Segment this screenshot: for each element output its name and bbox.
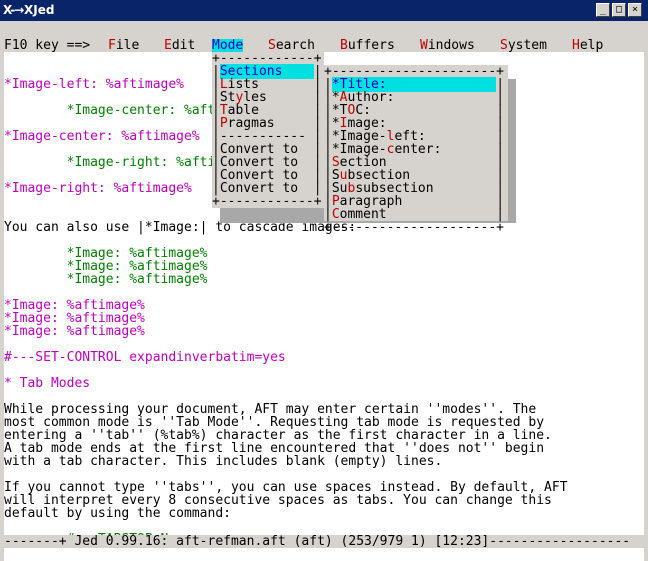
menu-label: ystem bbox=[507, 39, 547, 53]
menu-label: ile bbox=[115, 39, 140, 53]
menu-label: indows bbox=[427, 39, 475, 53]
editor-line: #---SET-CONTROL expandinverbatim=yes bbox=[4, 350, 286, 365]
menu-bar-hint: F10 key ==> bbox=[4, 39, 91, 53]
menu-label: elp bbox=[579, 39, 604, 53]
editor-line: *Image-left: %aftimage% bbox=[4, 77, 185, 92]
editor-line: with a tab character. This includes blan… bbox=[4, 454, 443, 469]
window-frame: F10 key ==> File Edit Mode Search Buffers Wind… bbox=[0, 21, 648, 561]
menu-hotkey: B bbox=[340, 39, 348, 53]
menu-bar: F10 key ==> File Edit Mode Search Buffers Wind… bbox=[4, 39, 644, 52]
menu-label: dit bbox=[171, 39, 196, 53]
menu-hotkey: H bbox=[572, 39, 580, 53]
menu-help[interactable]: Help bbox=[572, 39, 603, 52]
window-menu-icon[interactable]: X-→ bbox=[3, 3, 24, 17]
menu-system[interactable]: System bbox=[500, 39, 547, 52]
menu-windows[interactable]: Windows bbox=[420, 39, 475, 52]
menu-edit[interactable]: Edit bbox=[164, 39, 195, 52]
mode-menu: +------------+ |Sections | |Lists | |Styles… bbox=[212, 52, 324, 208]
editor-line: *Image-right: %aftimage% bbox=[4, 181, 192, 196]
menu-buffers[interactable]: Buffers bbox=[340, 39, 395, 52]
menu-hotkey: E bbox=[164, 39, 172, 53]
window-titlebar[interactable]: X-→ XJed _ □ × bbox=[0, 0, 648, 21]
editor-line: *Image-center: %aftimage% bbox=[4, 129, 200, 144]
editor-line: *Image: %aftimage% bbox=[4, 272, 208, 287]
status-line: -------+ Jed 0.99.16: aft-refman.aft (af… bbox=[4, 535, 644, 548]
maximize-button[interactable]: □ bbox=[612, 3, 626, 17]
minimize-button[interactable]: _ bbox=[596, 3, 610, 17]
sections-submenu-border: +---------------------+ bbox=[324, 220, 505, 235]
menu-label: uffers bbox=[347, 39, 395, 53]
close-button[interactable]: × bbox=[628, 3, 642, 17]
sections-submenu: +---------------------+ |*Title: | |*Autho… bbox=[324, 65, 508, 234]
menu-hotkey: S bbox=[500, 39, 508, 53]
editor-line: *Image: %aftimage% bbox=[4, 324, 145, 339]
editor-line: * Tab Modes bbox=[4, 376, 91, 391]
submenu-shadow bbox=[508, 79, 516, 223]
menu-hotkey: F bbox=[108, 39, 116, 53]
editor-screen[interactable]: F10 key ==> File Edit Mode Search Buffers Wind… bbox=[4, 39, 644, 561]
editor-line: default by using the command: bbox=[4, 506, 231, 521]
menu-file[interactable]: File bbox=[108, 39, 139, 52]
mode-menu-border: +------------+ bbox=[212, 194, 322, 209]
window-title: XJed bbox=[24, 3, 55, 17]
menu-hotkey: W bbox=[420, 39, 428, 53]
